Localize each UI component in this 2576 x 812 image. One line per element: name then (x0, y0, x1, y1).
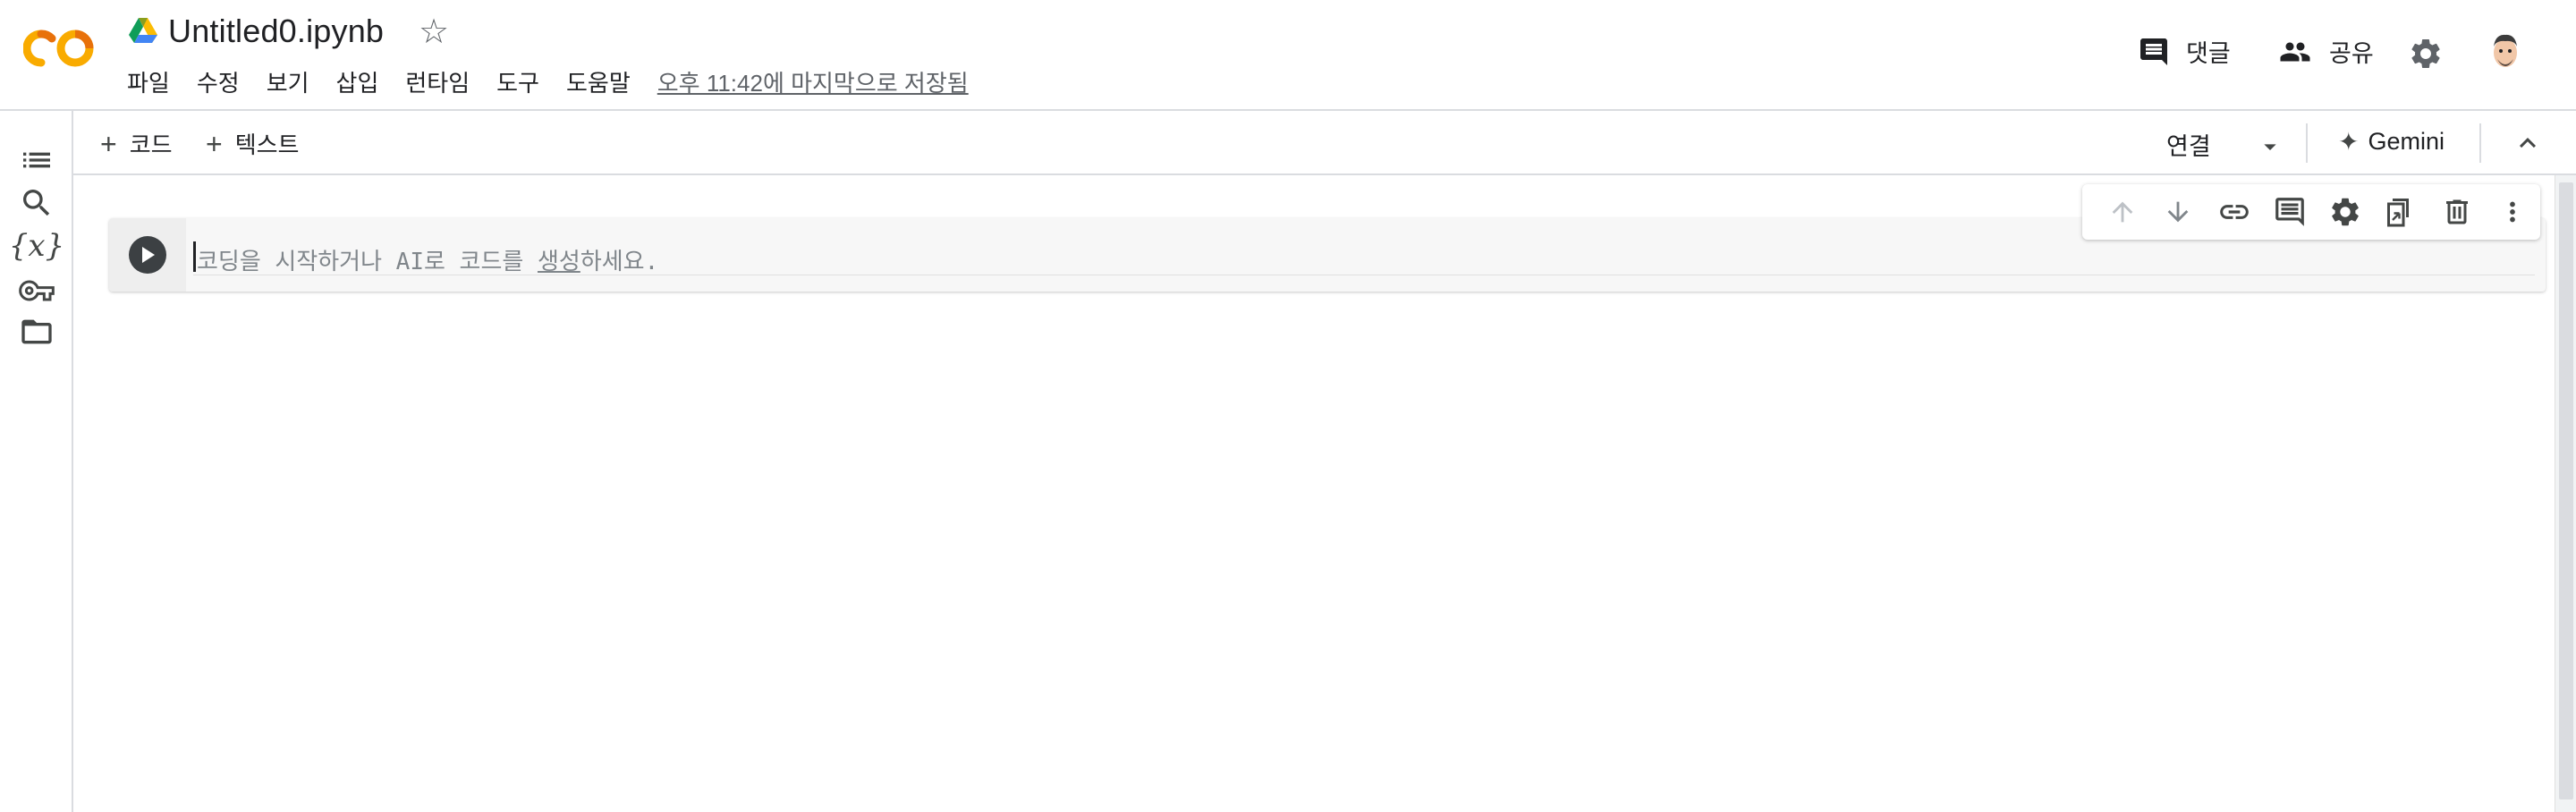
menu-bar: 파일 수정 보기 삽입 런타임 도구 도움말 오후 11:42에 마지막으로 저… (127, 64, 969, 102)
files-folder-icon[interactable] (18, 313, 55, 351)
more-options-icon[interactable] (2485, 184, 2540, 240)
cell-toolbar (2082, 184, 2540, 240)
connect-button[interactable]: 연결 (2166, 127, 2211, 162)
share-button[interactable]: 공유 (2277, 34, 2374, 69)
comment-button[interactable]: 댓글 (2138, 34, 2231, 69)
placeholder-text: 코딩을 시작하거나 AI로 코드를 (197, 249, 538, 275)
delete-trash-icon[interactable] (2429, 184, 2485, 240)
scrollbar-thumb[interactable] (2559, 182, 2573, 799)
menu-edit[interactable]: 수정 (197, 64, 240, 102)
move-cell-up-icon[interactable] (2095, 184, 2150, 240)
toolbar-divider (2479, 123, 2481, 163)
notebook-toolbar: + 코드 + 텍스트 연결 ✦ Gemini (73, 111, 2576, 175)
vertical-scrollbar[interactable] (2555, 175, 2576, 812)
notebook-area: 코딩을 시작하거나 AI로 코드를 생성하세요. (73, 175, 2549, 812)
move-cell-down-icon[interactable] (2150, 184, 2206, 240)
link-icon[interactable] (2207, 184, 2262, 240)
comment-icon (2140, 38, 2167, 65)
connect-dropdown-icon[interactable] (2256, 132, 2284, 161)
menu-help[interactable]: 도움말 (566, 64, 631, 102)
search-icon[interactable] (18, 184, 55, 222)
add-code-label: 코드 (129, 131, 173, 158)
collapse-chevron-up-icon[interactable] (2512, 127, 2544, 159)
header: Untitled0.ipynb ☆ 파일 수정 보기 삽입 런타임 도구 도움말… (0, 0, 2576, 111)
add-comment-icon[interactable] (2262, 184, 2318, 240)
secrets-key-icon[interactable] (18, 272, 55, 309)
people-icon (2280, 42, 2310, 61)
mirror-cell-in-tab-icon[interactable] (2373, 184, 2428, 240)
cell-gutter (109, 218, 186, 292)
plus-icon: + (206, 127, 223, 160)
comment-label: 댓글 (2186, 40, 2231, 67)
add-text-label: 텍스트 (234, 131, 300, 158)
gemini-spark-icon: ✦ (2338, 128, 2360, 156)
share-label: 공유 (2329, 40, 2374, 67)
menu-runtime[interactable]: 런타임 (405, 64, 470, 102)
generate-link[interactable]: 생성 (538, 249, 580, 275)
colab-logo[interactable] (23, 27, 98, 70)
cell-placeholder: 코딩을 시작하거나 AI로 코드를 생성하세요. (197, 243, 658, 276)
last-saved-status[interactable]: 오후 11:42에 마지막으로 저장됨 (657, 64, 969, 102)
menu-tools[interactable]: 도구 (496, 64, 539, 102)
gemini-button[interactable]: ✦ Gemini (2338, 127, 2445, 156)
notebook-title[interactable]: Untitled0.ipynb (168, 13, 384, 50)
settings-gear-icon[interactable] (2408, 36, 2444, 72)
user-avatar[interactable] (2485, 30, 2526, 72)
google-drive-icon[interactable] (129, 18, 157, 43)
toolbar-divider (2306, 123, 2308, 163)
menu-view[interactable]: 보기 (267, 64, 309, 102)
star-icon[interactable]: ☆ (419, 14, 449, 50)
placeholder-text-end: 하세요. (580, 249, 659, 275)
variables-icon[interactable]: {x} (9, 227, 64, 265)
menu-file[interactable]: 파일 (127, 64, 170, 102)
cell-settings-gear-icon[interactable] (2318, 184, 2373, 240)
add-code-cell-button[interactable]: + 코드 (100, 127, 173, 160)
run-cell-button[interactable] (129, 236, 166, 274)
play-icon (142, 247, 155, 263)
text-cursor (193, 241, 196, 272)
plus-icon: + (100, 127, 117, 160)
menu-insert[interactable]: 삽입 (336, 64, 379, 102)
add-text-cell-button[interactable]: + 텍스트 (206, 127, 299, 160)
side-rail: {x} (0, 111, 73, 812)
code-editor[interactable]: 코딩을 시작하거나 AI로 코드를 생성하세요. (193, 236, 2535, 275)
gemini-label: Gemini (2368, 128, 2445, 155)
table-of-contents-icon[interactable] (18, 141, 55, 179)
